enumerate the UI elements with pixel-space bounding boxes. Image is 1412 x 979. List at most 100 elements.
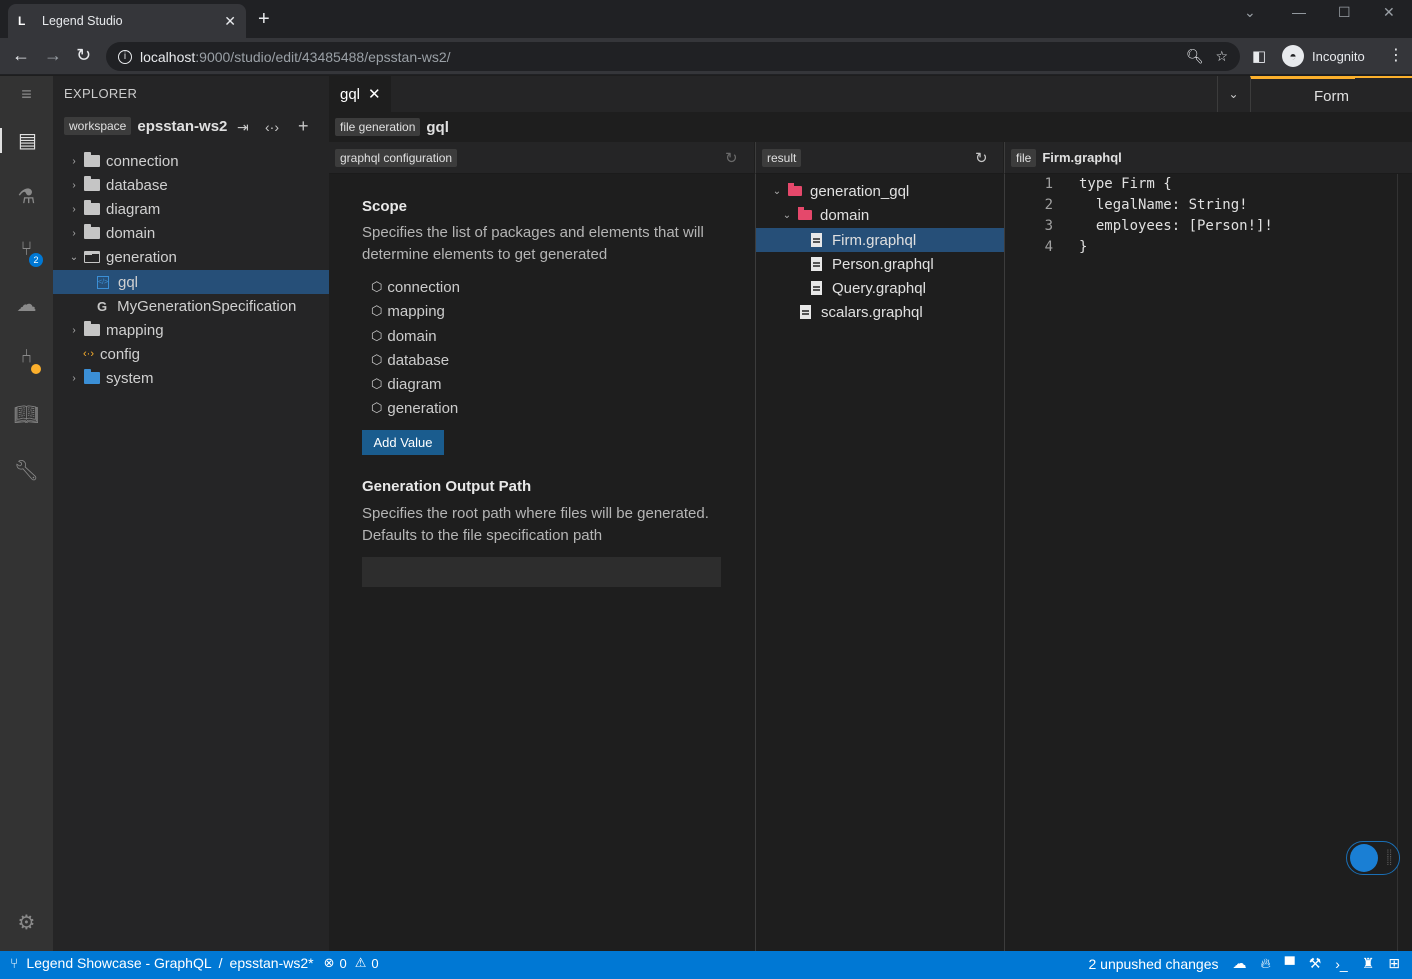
add-value-button[interactable]: Add Value [362, 430, 444, 455]
scope-item[interactable]: ⬡ generation [371, 397, 458, 419]
build-icon[interactable]: ▀ [1285, 956, 1295, 972]
reload-icon[interactable]: ↻ [76, 45, 91, 66]
dev-tools-toggle[interactable]: ⁞⁞ ⁞⁞ [1346, 841, 1400, 875]
tree-item-diagram[interactable]: › diagram [53, 197, 329, 221]
test-flask-icon[interactable]: ⚗ [0, 184, 53, 209]
scope-item[interactable]: ⬡ connection [371, 276, 460, 298]
tree-item-generation[interactable]: ⌄ generation [53, 245, 329, 269]
scope-item[interactable]: ⬡ mapping [371, 300, 445, 322]
system-folder-icon [84, 369, 100, 384]
review-icon[interactable]: ⑃ [0, 346, 53, 374]
form-tab-accent [1251, 76, 1355, 79]
hot-reload-flame-icon[interactable]: 🔥︎ [1260, 955, 1270, 972]
site-info-icon[interactable]: i [118, 49, 132, 64]
explorer-icon[interactable]: ▤ [0, 128, 53, 153]
project-name[interactable]: Legend Showcase - GraphQL [26, 955, 211, 971]
refresh-icon[interactable]: ↻ [725, 149, 738, 167]
new-tab-button[interactable]: + [258, 8, 270, 31]
incognito-mode-icon[interactable]: ♜ [1362, 955, 1375, 972]
folder-icon [84, 152, 100, 167]
tree-item-mapping[interactable]: › mapping [53, 318, 329, 342]
line-text: type Firm { [1079, 176, 1172, 192]
add-panel-icon[interactable]: ⊞ [1388, 955, 1400, 972]
tab-menu-chevron-icon[interactable]: ⌄ [1217, 76, 1249, 112]
result-file-person[interactable]: Person.graphql [756, 252, 1004, 276]
config-panel-header: graphql configuration ↻ [329, 142, 754, 174]
tree-item-system[interactable]: › system [53, 366, 329, 390]
maximize-icon[interactable]: ☐ [1338, 4, 1351, 21]
editor-scrollbar[interactable] [1397, 174, 1412, 951]
hamburger-menu-icon[interactable]: ≡ [0, 84, 53, 105]
scope-item[interactable]: ⬡ database [371, 349, 449, 371]
file-name: Firm.graphql [1042, 150, 1122, 165]
error-count[interactable]: 0 [339, 956, 346, 971]
tree-item-domain[interactable]: › domain [53, 221, 329, 245]
drag-grip-icon: ⁞⁞ ⁞⁞ [1386, 849, 1392, 868]
file-panel-header: file Firm.graphql [1004, 142, 1412, 174]
zoom-star-icons[interactable]: 🔍︎ ☆ [1186, 48, 1228, 65]
local-changes-icon[interactable]: ⑂ 2 [0, 238, 53, 267]
tree-item-config[interactable]: ‹·› config [53, 342, 329, 366]
generation-spec-icon: G [97, 298, 108, 314]
browser-tabstrip: L Legend Studio ✕ + ⌄ — ☐ ✕ [0, 0, 1412, 38]
form-mode-tab[interactable]: Form [1250, 76, 1412, 112]
scope-item[interactable]: ⬡ diagram [371, 373, 442, 395]
window-close-icon[interactable]: ✕ [1383, 4, 1395, 21]
tree-item-gql[interactable]: </> gql [53, 270, 329, 294]
line-number: 4 [1044, 239, 1053, 255]
tree-item-mygenerationspecification[interactable]: G MyGenerationSpecification [53, 294, 329, 318]
file-code-icon [811, 233, 822, 247]
scope-item-label: connection [387, 278, 460, 296]
result-item-label: Person.graphql [832, 255, 934, 273]
line-text: legalName: String! [1079, 197, 1248, 213]
result-folder-domain[interactable]: ⌄ domain [756, 203, 1004, 227]
tab-gql[interactable]: gql ✕ [329, 76, 391, 112]
tab-search-icon[interactable]: ⌄ [1244, 4, 1256, 21]
result-item-label: Query.graphql [832, 279, 926, 297]
minimize-icon[interactable]: — [1292, 4, 1306, 20]
file-code-icon [800, 305, 811, 319]
code-viewer[interactable]: 1 type Firm { 2 legalName: String! 3 empl… [1004, 174, 1412, 951]
tree-label: mapping [106, 321, 164, 339]
close-tab-icon[interactable]: ✕ [224, 13, 236, 30]
terminal-icon[interactable]: ›_ [1335, 956, 1347, 972]
tree-item-connection[interactable]: › connection [53, 149, 329, 173]
back-icon[interactable]: ← [12, 45, 30, 66]
output-path-input[interactable] [362, 557, 721, 587]
incognito-profile[interactable]: ◓ Incognito [1282, 44, 1365, 68]
result-file-firm[interactable]: Firm.graphql [756, 228, 1004, 252]
result-file-query[interactable]: Query.graphql [756, 276, 1004, 300]
settings-gear-icon[interactable]: ⚙ [0, 910, 53, 935]
result-file-scalars[interactable]: scalars.graphql [756, 300, 1004, 324]
docs-book-icon[interactable]: 📖︎ [0, 402, 53, 427]
forward-icon[interactable]: → [44, 45, 62, 66]
tree-label: connection [106, 152, 179, 170]
warning-count[interactable]: 0 [371, 956, 378, 971]
tree-label: generation [106, 248, 177, 266]
browser-tab[interactable]: L Legend Studio ✕ [8, 4, 246, 38]
unpushed-changes[interactable]: 2 unpushed changes [1088, 956, 1218, 972]
form-tab-label: Form [1314, 88, 1349, 105]
tree-item-database[interactable]: › database [53, 173, 329, 197]
status-left: ⑂ Legend Showcase - GraphQL / epsstan-ws… [10, 955, 379, 971]
close-tab-icon[interactable]: ✕ [368, 85, 381, 103]
url-input[interactable]: i localhost:9000/studio/edit/43485488/ep… [106, 42, 1240, 71]
import-icon[interactable]: ⇥ [237, 119, 249, 136]
compile-hammer-icon[interactable]: ⚒ [1309, 955, 1322, 972]
result-folder-generation-gql[interactable]: ⌄ generation_gql [756, 179, 1004, 203]
workspace-row: workspace epsstan-ws2 [64, 117, 227, 135]
workspace-tag: workspace [64, 117, 132, 135]
side-panel-icon[interactable]: ◧ [1252, 47, 1266, 65]
workspace-status[interactable]: epsstan-ws2* [230, 955, 314, 971]
regenerate-icon[interactable]: ↻ [975, 149, 988, 167]
wrench-icon[interactable]: 🔧︎ [0, 458, 53, 483]
browser-menu-icon[interactable]: ⋮ [1388, 45, 1404, 65]
code-view-icon[interactable]: ‹·› [265, 119, 279, 135]
add-element-icon[interactable]: + [298, 116, 309, 137]
package-icon: ⬡ [371, 328, 383, 343]
scope-item[interactable]: ⬡ domain [371, 325, 437, 347]
cloud-sync-icon[interactable]: ☁ [0, 292, 53, 317]
incognito-icon: ◓ [1282, 45, 1304, 67]
status-bar: ⑂ Legend Showcase - GraphQL / epsstan-ws… [0, 951, 1412, 979]
cloud-upload-icon[interactable]: ☁ [1232, 955, 1246, 972]
